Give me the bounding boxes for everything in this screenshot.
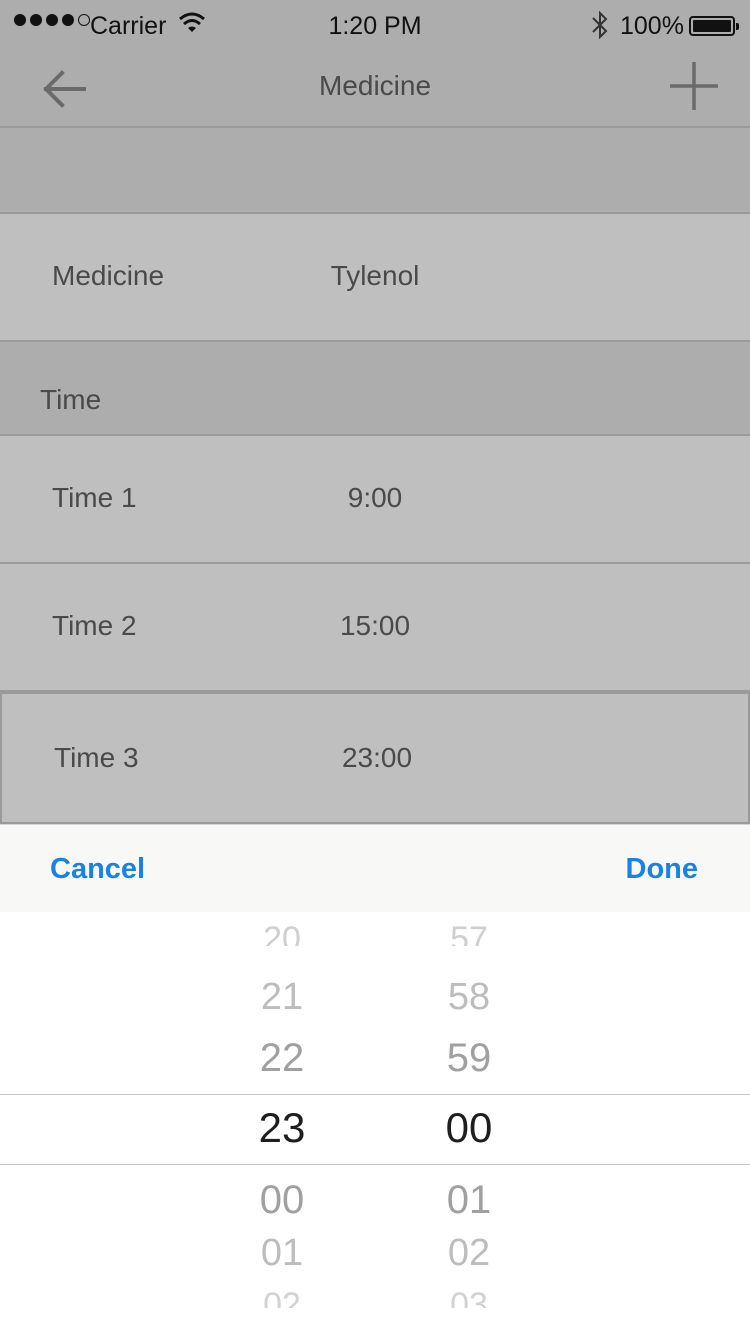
time-row-2[interactable]: Time 2 15:00 [0,564,750,692]
hour-option-selected[interactable]: 23 [222,1104,342,1152]
status-bar: Carrier 1:20 PM 100% [0,0,750,54]
time-section-header: Time [0,342,750,436]
done-button[interactable]: Done [626,853,699,886]
picker-toolbar: Cancel Done [0,824,750,912]
hour-option[interactable]: 01 [222,1232,342,1275]
plus-icon[interactable] [668,60,720,112]
time-row-3[interactable]: Time 3 23:00 [0,692,750,824]
battery-percentage: 100% [620,12,684,40]
minute-option[interactable]: 02 [409,1232,529,1275]
time-picker[interactable]: 20 21 22 23 00 01 02 57 58 59 00 01 02 0… [0,912,750,1340]
selection-line-bottom [0,1164,750,1165]
hour-wheel[interactable]: 20 21 22 23 00 01 02 [222,912,342,1340]
medicine-value: Tylenol [330,260,420,291]
page-title: Medicine [318,70,432,101]
hour-option[interactable]: 21 [222,976,342,1019]
time-row-1[interactable]: Time 1 9:00 [0,436,750,564]
minute-option-selected[interactable]: 00 [409,1104,529,1152]
hour-option[interactable]: 00 [222,1178,342,1223]
hour-option[interactable]: 02 [222,1286,342,1308]
time-section-label: Time [40,384,102,415]
bluetooth-icon [590,10,610,45]
battery-icon [689,16,739,36]
time-row-value: 15:00 [339,610,411,641]
navigation-bar: Medicine [0,54,750,128]
minute-option[interactable]: 59 [409,1036,529,1081]
hour-option[interactable]: 22 [222,1036,342,1081]
time-row-value: 23:00 [341,742,413,773]
minute-wheel[interactable]: 57 58 59 00 01 02 03 [409,912,529,1340]
hour-option[interactable]: 20 [222,920,342,946]
minute-option[interactable]: 58 [409,976,529,1019]
minute-option[interactable]: 01 [409,1178,529,1223]
minute-option[interactable]: 57 [409,920,529,946]
blank-section-band [0,128,750,214]
selection-line-top [0,1094,750,1095]
time-row-value: 9:00 [347,482,403,513]
cancel-button[interactable]: Cancel [50,853,145,886]
minute-option[interactable]: 03 [409,1286,529,1308]
medicine-row[interactable]: Medicine Tylenol [0,214,750,342]
